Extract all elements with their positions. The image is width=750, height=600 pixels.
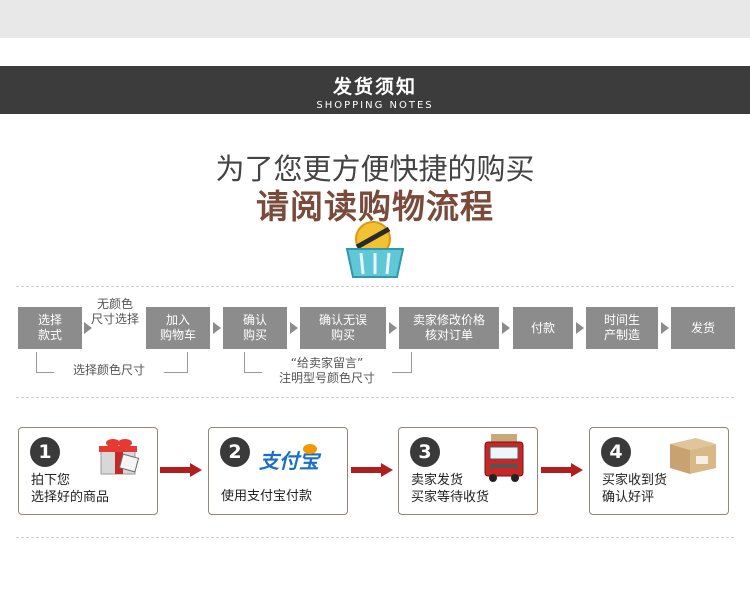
- flow-note-select-size: 选择颜色尺寸: [54, 363, 164, 378]
- step-number: 4: [601, 437, 631, 467]
- divider: [16, 286, 734, 287]
- step-card-4: 4 买家收到货 确认好评: [589, 427, 729, 515]
- flow-step: 付款: [513, 307, 573, 349]
- divider: [16, 397, 734, 398]
- step-card-2: 2 支付宝 使用支付宝付款: [208, 427, 348, 515]
- flow-note-no-option: 无颜色 尺寸选择: [90, 297, 139, 326]
- flow-step: 选择 款式: [18, 307, 82, 349]
- section-title: 发货须知: [332, 76, 417, 98]
- top-band: [0, 0, 750, 38]
- step-number: 1: [30, 437, 60, 467]
- flow-step: 发货: [671, 307, 735, 349]
- flow-step: 确认无误 购买: [300, 307, 386, 349]
- gift-box-icon: [99, 439, 140, 475]
- red-arrow-icon: [351, 463, 393, 477]
- flow-arrow: [213, 322, 221, 334]
- section-subtitle: SHOPPING NOTES: [316, 100, 434, 111]
- step-card-3: 3 卖家发货 买家等待收货: [398, 427, 538, 515]
- step-text: 买家收到货 确认好评: [602, 473, 668, 505]
- flow-arrow: [661, 322, 669, 334]
- flow-step: 加入 购物车: [146, 307, 210, 349]
- step-text: 卖家发货 买家等待收货: [411, 473, 490, 505]
- flow-step: 卖家修改价格 核对订单: [399, 307, 499, 349]
- section-header: 发货须知 SHOPPING NOTES: [0, 66, 750, 114]
- alipay-logo: 支付宝: [259, 442, 341, 473]
- step-number: 3: [410, 437, 440, 467]
- flow-arrow: [389, 322, 397, 334]
- flow-arrow: [502, 322, 510, 334]
- step-number: 2: [220, 437, 250, 467]
- shopping-basket-icon: [345, 221, 405, 278]
- divider: [16, 537, 734, 538]
- step-text: 拍下您 选择好的商品: [31, 473, 110, 505]
- flow-arrow: [290, 322, 298, 334]
- flow-step: 确认 购买: [223, 307, 287, 349]
- flow-note-message: “给卖家留言” 注明型号颜色尺寸: [262, 356, 392, 386]
- flow-step: 时间生 产制造: [586, 307, 658, 349]
- parcel-box-icon: [670, 438, 716, 474]
- step-text: 使用支付宝付款: [221, 489, 313, 504]
- flow-arrow: [576, 322, 584, 334]
- red-arrow-icon: [541, 463, 583, 477]
- red-arrow-icon: [160, 463, 202, 477]
- step-card-1: 1 拍下您 选择好的商品: [18, 427, 158, 515]
